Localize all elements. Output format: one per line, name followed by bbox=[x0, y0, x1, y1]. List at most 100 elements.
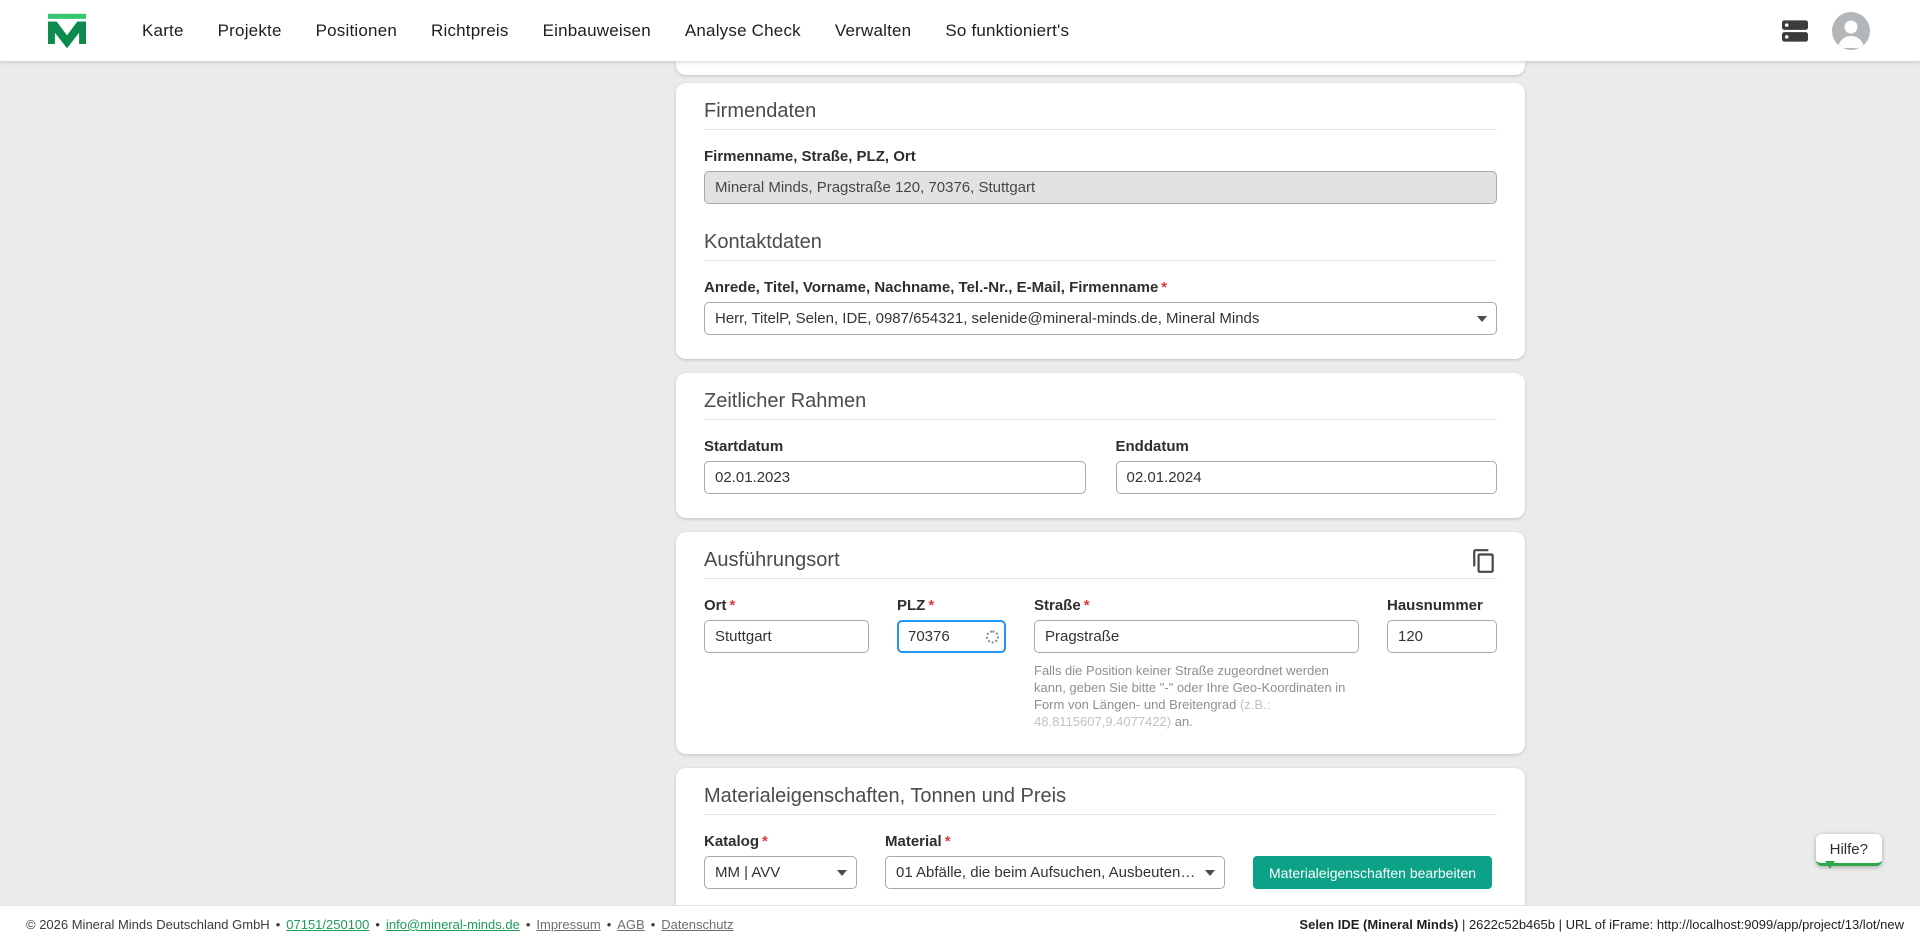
label-text: Hausnummer bbox=[1387, 597, 1483, 615]
company-address-label: Firmenname, Straße, PLZ, Ort bbox=[704, 148, 1497, 166]
address-fields-row: Ort* PLZ* Straße* bbox=[704, 597, 1497, 730]
material-select-value: 01 Abfälle, die beim Aufsuchen, Ausbeute… bbox=[896, 864, 1198, 881]
card-ausfuehrungsort: Ausführungsort Ort* PLZ* bbox=[676, 532, 1525, 754]
main-nav: Karte Projekte Positionen Richtpreis Ein… bbox=[142, 21, 1069, 41]
label-text: PLZ bbox=[897, 597, 925, 615]
hint-text-end: an. bbox=[1171, 714, 1193, 729]
navbar: Karte Projekte Positionen Richtpreis Ein… bbox=[0, 0, 1920, 61]
server-icon[interactable] bbox=[1780, 18, 1810, 44]
field-material: Material* 01 Abfälle, die beim Aufsuchen… bbox=[885, 833, 1225, 889]
footer-impressum-link[interactable]: Impressum bbox=[536, 917, 600, 932]
chevron-down-icon bbox=[1477, 316, 1487, 322]
section-title-zeitlicher-rahmen: Zeitlicher Rahmen bbox=[704, 389, 1497, 420]
section-title-ausfuehrungsort: Ausführungsort bbox=[704, 548, 840, 572]
plz-label: PLZ* bbox=[897, 597, 1006, 615]
footer-email-link[interactable]: info@mineral-minds.de bbox=[386, 917, 520, 932]
copyright-text: © 2026 Mineral Minds Deutschland GmbH bbox=[26, 917, 270, 932]
section-title-kontaktdaten: Kontaktdaten bbox=[704, 230, 1497, 261]
help-button-label: Hilfe? bbox=[1830, 841, 1868, 858]
company-address-input[interactable] bbox=[704, 171, 1497, 204]
card-material: Materialeigenschaften, Tonnen und Preis … bbox=[676, 768, 1525, 905]
label-text: Katalog bbox=[704, 833, 759, 851]
form-column: Firmendaten Firmenname, Straße, PLZ, Ort… bbox=[676, 61, 1525, 905]
field-strasse: Straße* Falls die Position keiner Straße… bbox=[1034, 597, 1359, 730]
date-fields-row: Startdatum Enddatum bbox=[704, 438, 1497, 494]
material-label: Material* bbox=[885, 833, 1225, 851]
material-fields-row: Katalog* MM | AVV Material* 01 Abfälle, … bbox=[704, 833, 1497, 889]
nav-item-positionen[interactable]: Positionen bbox=[316, 21, 397, 41]
loading-spinner-icon bbox=[986, 630, 999, 643]
section-title-material: Materialeigenschaften, Tonnen und Preis bbox=[704, 784, 1497, 815]
footer-datenschutz-link[interactable]: Datenschutz bbox=[661, 917, 733, 932]
label-text: Straße bbox=[1034, 597, 1081, 615]
strasse-input[interactable] bbox=[1034, 620, 1359, 653]
enddatum-input[interactable] bbox=[1116, 461, 1498, 494]
required-marker: * bbox=[928, 597, 934, 615]
field-ort: Ort* bbox=[704, 597, 869, 730]
nav-item-einbauweisen[interactable]: Einbauweisen bbox=[543, 21, 651, 41]
material-select[interactable]: 01 Abfälle, die beim Aufsuchen, Ausbeute… bbox=[885, 856, 1225, 889]
enddatum-label: Enddatum bbox=[1116, 438, 1498, 456]
section-title-firmendaten: Firmendaten bbox=[704, 99, 1497, 130]
katalog-select-value: MM | AVV bbox=[715, 864, 780, 881]
hausnummer-input[interactable] bbox=[1387, 620, 1497, 653]
previous-card-bottom bbox=[676, 61, 1525, 75]
ausfuehrungsort-header: Ausführungsort bbox=[704, 548, 1497, 579]
logo-icon bbox=[46, 12, 88, 50]
nav-item-so-funktionierts[interactable]: So funktioniert's bbox=[945, 21, 1069, 41]
separator: • bbox=[607, 917, 612, 932]
startdatum-label: Startdatum bbox=[704, 438, 1086, 456]
navbar-right bbox=[1780, 12, 1870, 50]
session-info-bold: Selen IDE (Mineral Minds) bbox=[1299, 917, 1458, 932]
strasse-hint: Falls die Position keiner Straße zugeord… bbox=[1034, 662, 1359, 730]
main-content: Firmendaten Firmenname, Straße, PLZ, Ort… bbox=[0, 61, 1920, 905]
ort-input[interactable] bbox=[704, 620, 869, 653]
field-katalog: Katalog* MM | AVV bbox=[704, 833, 857, 889]
chevron-down-icon bbox=[837, 870, 847, 876]
chevron-down-icon bbox=[1205, 870, 1215, 876]
required-marker: * bbox=[762, 833, 768, 851]
nav-item-analyse-check[interactable]: Analyse Check bbox=[685, 21, 801, 41]
nav-item-richtpreis[interactable]: Richtpreis bbox=[431, 21, 509, 41]
required-marker: * bbox=[730, 597, 736, 615]
nav-item-projekte[interactable]: Projekte bbox=[218, 21, 282, 41]
hausnummer-label: Hausnummer bbox=[1387, 597, 1497, 615]
footer-phone-link[interactable]: 07151/250100 bbox=[286, 917, 369, 932]
mineral-minds-logo[interactable] bbox=[46, 12, 88, 50]
startdatum-input[interactable] bbox=[704, 461, 1086, 494]
nav-item-karte[interactable]: Karte bbox=[142, 21, 184, 41]
ort-label: Ort* bbox=[704, 597, 869, 615]
contact-select-value: Herr, TitelP, Selen, IDE, 0987/654321, s… bbox=[715, 310, 1259, 327]
separator: • bbox=[651, 917, 656, 932]
avatar[interactable] bbox=[1832, 12, 1870, 50]
footer-left: © 2026 Mineral Minds Deutschland GmbH • … bbox=[26, 917, 734, 932]
card-firmendaten: Firmendaten Firmenname, Straße, PLZ, Ort… bbox=[676, 83, 1525, 359]
label-text: Firmenname, Straße, PLZ, Ort bbox=[704, 148, 916, 166]
label-text: Anrede, Titel, Vorname, Nachname, Tel.-N… bbox=[704, 279, 1158, 297]
required-marker: * bbox=[945, 833, 951, 851]
field-hausnummer: Hausnummer bbox=[1387, 597, 1497, 730]
edit-material-properties-button[interactable]: Materialeigenschaften bearbeiten bbox=[1253, 856, 1492, 889]
strasse-label: Straße* bbox=[1034, 597, 1359, 615]
contact-select[interactable]: Herr, TitelP, Selen, IDE, 0987/654321, s… bbox=[704, 302, 1497, 335]
required-marker: * bbox=[1084, 597, 1090, 615]
label-text: Startdatum bbox=[704, 438, 783, 456]
hint-text: Falls die Position keiner Straße zugeord… bbox=[1034, 663, 1345, 712]
separator: • bbox=[375, 917, 380, 932]
session-info-rest: | 2622c52b465b | URL of iFrame: http://l… bbox=[1458, 917, 1904, 932]
plz-input-wrap bbox=[897, 620, 1006, 653]
card-zeitlicher-rahmen: Zeitlicher Rahmen Startdatum Enddatum bbox=[676, 373, 1525, 518]
field-startdatum: Startdatum bbox=[704, 438, 1086, 494]
katalog-label: Katalog* bbox=[704, 833, 857, 851]
footer-agb-link[interactable]: AGB bbox=[617, 917, 644, 932]
label-text: Ort bbox=[704, 597, 727, 615]
help-button[interactable]: Hilfe? bbox=[1816, 834, 1882, 866]
nav-item-verwalten[interactable]: Verwalten bbox=[835, 21, 911, 41]
required-marker: * bbox=[1161, 279, 1167, 297]
contact-label: Anrede, Titel, Vorname, Nachname, Tel.-N… bbox=[704, 279, 1497, 297]
copy-icon[interactable] bbox=[1471, 548, 1497, 574]
label-text: Enddatum bbox=[1116, 438, 1189, 456]
field-plz: PLZ* bbox=[897, 597, 1006, 730]
label-text: Material bbox=[885, 833, 942, 851]
katalog-select[interactable]: MM | AVV bbox=[704, 856, 857, 889]
